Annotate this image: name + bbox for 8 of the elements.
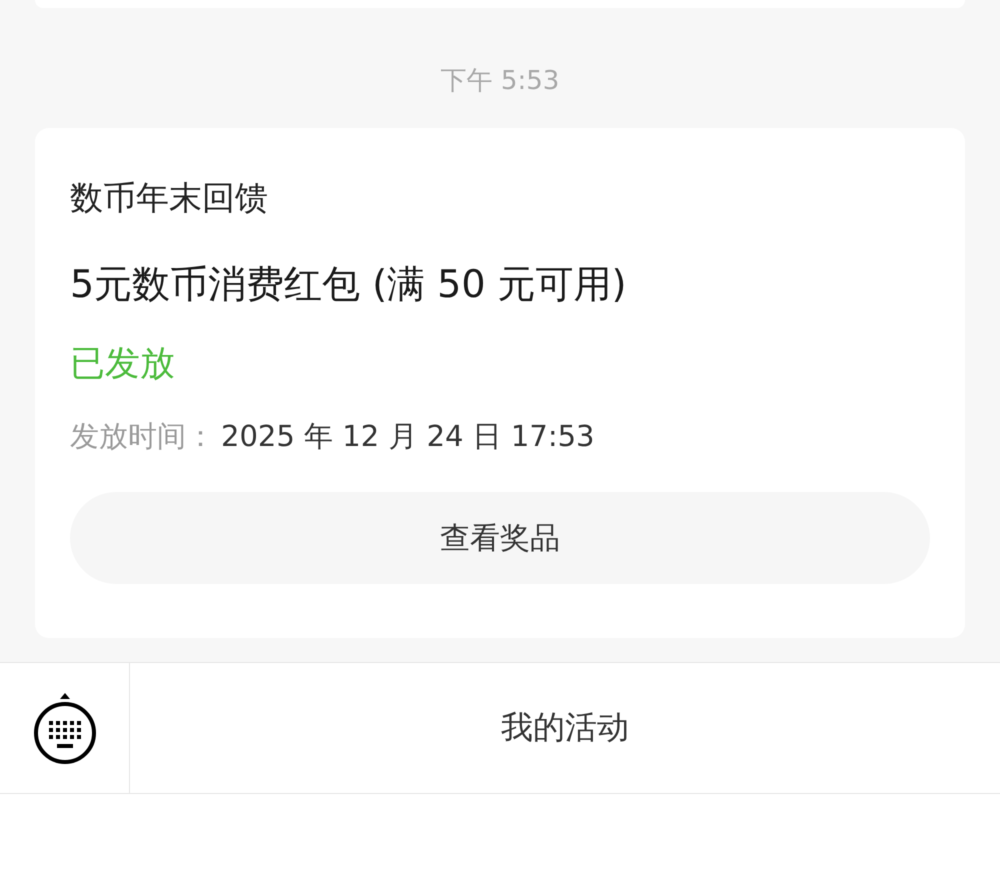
status-text: 已发放 bbox=[70, 343, 176, 386]
timestamp: 下午 5:53 bbox=[440, 65, 560, 98]
prize-name: 5元数币消费红包 (满 50 元可用) bbox=[70, 261, 628, 308]
card-title: 数币年末回馈 bbox=[70, 177, 269, 219]
issued-label: 发放时间： bbox=[70, 418, 215, 455]
issued-time: 2025 年 12 月 24 日 17:53 bbox=[221, 418, 594, 455]
view-prize-button[interactable]: 查看奖品 bbox=[70, 492, 930, 584]
keyboard-icon bbox=[32, 691, 98, 765]
